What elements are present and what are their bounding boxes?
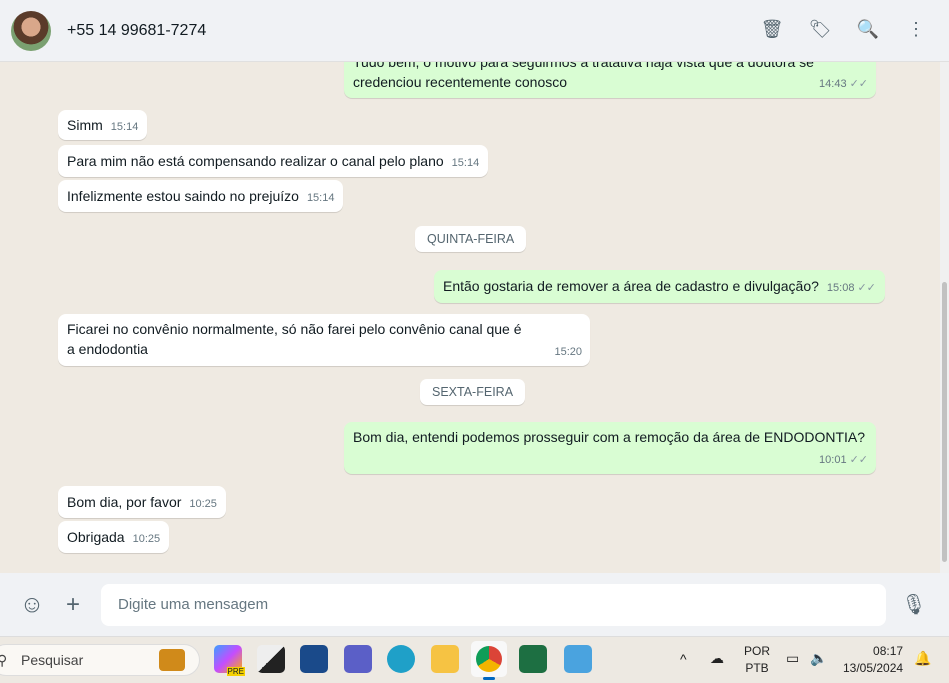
message-text: Obrigada [67,529,125,545]
language: POR [744,644,771,658]
message-time: 15:08 [826,282,855,294]
file-explorer-icon[interactable] [431,645,459,673]
message-outgoing: Bom dia, entendi podemos prosseguir com … [344,422,876,474]
notepad-icon[interactable] [564,645,592,673]
message-incoming: Ficarei no convênio normalmente, só não … [58,314,590,366]
taskbar-search[interactable]: ⚲ Pesquisar [0,644,200,676]
cloud-offline-icon[interactable]: ☁ [710,650,724,667]
date-divider: SEXTA-FEIRA [420,379,526,405]
scrollbar[interactable] [940,62,949,573]
search-icon: ⚲ [0,652,8,668]
label-icon[interactable]: 🏷 [809,18,832,40]
message-time: 10:01 [819,454,847,466]
chat-header: +55 14 99681-7274 🗑 🏷 🔍 ⋮ [0,0,949,62]
message-list: Tudo bem, o motivo para seguirmos a trat… [0,62,940,573]
microphone-icon[interactable]: 🎙 [900,592,928,617]
copilot-badge: PRE [226,667,245,676]
copilot-icon[interactable]: PRE [214,645,245,676]
message-outgoing: Então gostaria de remover a área de cada… [434,270,885,303]
message-text: Ficarei no convênio normalmente, só não … [67,321,522,357]
message-time: 14:43 [819,78,847,90]
time: 08:17 [873,644,904,658]
message-time: 15:14 [306,192,335,204]
search-label: Pesquisar [21,652,84,668]
double-check-icon: ✓✓ [849,78,868,90]
message-incoming: Bom dia, por favor 10:25 [58,486,226,518]
message-incoming: Infelizmente estou saindo no prejuízo 15:… [58,180,344,212]
message-incoming: Simm 15:14 [58,110,148,140]
menu-icon[interactable]: ⋮ [905,18,927,40]
message-text: Para mim não está compensando realizar o… [67,153,444,169]
volume-icon[interactable]: 🔈 [810,650,827,667]
edge-icon[interactable] [387,645,415,673]
store-icon[interactable] [300,645,328,673]
teams-icon[interactable] [344,645,372,673]
double-check-icon: ✓✓ [849,454,868,466]
avatar[interactable] [11,10,51,51]
briefcase-icon [159,649,185,671]
clock[interactable]: 08:17 13/05/2024 [843,643,903,677]
message-time: 15:20 [554,346,582,358]
notification-bell-icon[interactable]: 🔔 [914,650,931,667]
chrome-button[interactable] [471,641,507,680]
message-time: 10:25 [132,533,161,545]
double-check-icon: ✓✓ [857,282,876,294]
message-text: Infelizmente estou saindo no prejuízo [67,188,299,204]
message-input[interactable]: Digite uma mensagem [101,584,886,626]
message-text: Bom dia, entendi podemos prosseguir com … [353,429,866,445]
message-text: Bom dia, por favor [67,494,182,510]
delete-icon[interactable]: 🗑 [761,18,784,40]
message-incoming: Para mim não está compensando realizar o… [58,145,489,177]
message-text: Tudo bem, o motivo para seguirmos a trat… [353,62,814,70]
chrome-icon [476,646,502,672]
keyboard-layout: PTB [745,661,769,675]
message-incoming: Obrigada 10:25 [58,521,170,553]
task-view-icon[interactable] [257,645,285,673]
message-outgoing: Tudo bem, o motivo para seguirmos a trat… [344,62,876,98]
search-icon[interactable]: 🔍 [857,18,879,40]
message-time: 10:25 [189,498,217,510]
scrollbar-thumb[interactable] [942,282,947,562]
message-text: Então gostaria de remover a área de cada… [443,278,819,294]
composer: ☺ + Digite uma mensagem 🎙 [0,573,949,636]
emoji-icon[interactable]: ☺ [18,591,46,619]
language-indicator[interactable]: POR PTB [744,643,770,677]
contact-name[interactable]: +55 14 99681-7274 [67,22,206,40]
date: 13/05/2024 [843,661,904,675]
taskbar: ⚲ Pesquisar PRE ^ ☁ POR PTB ▭ 🔈 08:17 13/05… [0,636,949,683]
excel-icon[interactable] [519,645,547,673]
message-text: credenciou recentemente conosco [353,74,568,90]
message-time: 15:14 [451,157,480,169]
date-divider: QUINTA-FEIRA [415,226,527,252]
chevron-up-icon[interactable]: ^ [680,651,687,668]
network-icon[interactable]: ▭ [786,650,799,667]
plus-icon[interactable]: + [59,591,87,619]
message-time: 15:14 [110,121,139,133]
message-text: Simm [67,117,103,133]
